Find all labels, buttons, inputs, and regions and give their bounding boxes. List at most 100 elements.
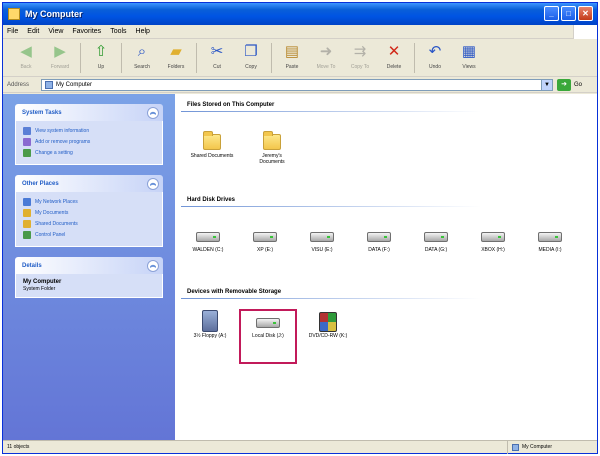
dvd-drive[interactable]: DVD/CD-RW (K:) [305,312,351,339]
panel-title: Other Places [22,180,59,187]
shared-documents-folder[interactable]: Shared Documents [189,131,235,159]
other-places-header[interactable]: Other Places ︽ [15,175,163,192]
hard-drive-icon [310,226,334,244]
panel-title: Details [22,262,42,269]
task-link[interactable]: Control Panel [23,230,156,240]
back-button[interactable]: ◀ Back [9,39,43,77]
task-label: Shared Documents [35,221,78,227]
item-label: XBOX (H:) [481,247,505,253]
hard-drive[interactable]: XBOX (H:) [470,226,516,253]
hard-drive[interactable]: DATA (F:) [356,226,402,253]
toolbar-separator [271,43,272,73]
task-label: My Documents [35,210,69,216]
address-input[interactable]: My Computer ▼ [41,78,553,91]
folders-button[interactable]: ▰ Folders [159,39,193,77]
address-label: Address [7,81,30,88]
menu-favorites[interactable]: Favorites [72,28,101,35]
floppy-drive-icon [198,310,222,332]
address-bar: Address My Computer ▼ ➜ Go [3,77,597,93]
copy-icon: ❐ [244,43,258,60]
toolbar-label: Paste [285,64,299,70]
task-label: Control Panel [35,232,66,238]
task-link[interactable]: My Network Places [23,197,156,207]
item-label: DATA (G:) [424,247,448,253]
move-to-button[interactable]: ➜ Move To [309,39,343,77]
toolbar: ◀ Back ▶ Forward ⇧ Up ⌕ Search ▰ Folders ✂ Cut ❐ Copy… [3,39,597,77]
hard-drive[interactable]: WALDEN (C:) [185,226,231,253]
up-folder-icon: ⇧ [94,43,108,60]
copy-button[interactable]: ❐ Copy [234,39,268,77]
copy-to-button[interactable]: ⇉ Copy To [343,39,377,77]
forward-button[interactable]: ▶ Forward [43,39,77,77]
content-area: Files Stored on This Computer Hard Disk … [175,94,597,440]
hard-drive[interactable]: DATA (G:) [413,226,459,253]
task-link[interactable]: Shared Documents [23,219,156,229]
toolbar-label: Cut [213,64,221,70]
task-label: Add or remove programs [35,139,91,145]
task-icon [23,198,31,206]
task-link[interactable]: Add or remove programs [23,137,156,147]
address-dropdown-icon[interactable]: ▼ [541,79,552,90]
menu-bar: File Edit View Favorites Tools Help [3,25,597,39]
task-icon [23,231,31,239]
up-button[interactable]: ⇧ Up [84,39,118,77]
menu-help[interactable]: Help [136,28,150,35]
views-icon: ▦ [461,43,477,60]
my-computer-icon [45,80,53,89]
task-pane: System Tasks ︽ View system information Ad… [3,94,175,440]
task-link[interactable]: Change a setting [23,148,156,158]
menu-edit[interactable]: Edit [27,28,39,35]
menu-view[interactable]: View [48,28,63,35]
go-button[interactable]: Go [574,82,582,88]
group-title-files: Files Stored on This Computer [187,102,275,108]
status-object-count: 11 objects [7,444,30,450]
my-documents-folder[interactable]: Jeremy's Documents [249,131,295,165]
panel-title: System Tasks [22,109,62,116]
search-button[interactable]: ⌕ Search [125,39,159,77]
close-button[interactable]: ✕ [578,6,593,21]
delete-button[interactable]: ✕ Delete [377,39,411,77]
toolbar-label: Copy To [350,64,370,70]
item-label: XP (E:) [256,247,274,253]
hard-drive[interactable]: XP (E:) [242,226,288,253]
toolbar-label: Move To [316,64,336,70]
local-disk-drive[interactable]: Local Disk (J:) [245,312,291,339]
other-places-panel: Other Places ︽ My Network Places My Docum… [15,175,163,247]
hard-drive-icon [538,226,562,244]
system-tasks-header[interactable]: System Tasks ︽ [15,104,163,121]
details-header[interactable]: Details ︽ [15,257,163,274]
collapse-chevron-icon[interactable]: ︽ [147,259,159,272]
details-type: System Folder [23,286,56,292]
minimize-button[interactable]: _ [544,6,559,21]
item-label: Local Disk (J:) [252,333,284,339]
go-arrow-icon[interactable]: ➜ [557,78,571,91]
status-bar: 11 objects My Computer [3,440,597,454]
paste-button[interactable]: ▤ Paste [275,39,309,77]
other-places-list: My Network Places My Documents Shared Docu… [15,192,163,247]
task-link[interactable]: My Documents [23,208,156,218]
group-divider [181,298,481,299]
folder-icon [200,131,224,150]
task-link[interactable]: View system information [23,126,156,136]
windows-logo-icon [573,25,597,39]
menu-file[interactable]: File [7,28,18,35]
toolbar-separator [121,43,122,73]
views-button[interactable]: ▦ Views [452,39,486,77]
group-title-hdd: Hard Disk Drives [187,197,236,203]
toolbar-label: Forward [50,64,70,70]
hard-drive-icon [424,226,448,244]
menu-tools[interactable]: Tools [110,28,126,35]
item-label: MEDIA (I:) [538,247,562,253]
toolbar-label: Copy [245,64,257,70]
floppy-drive[interactable]: 3½ Floppy (A:) [187,310,233,339]
undo-button[interactable]: ↶ Undo [418,39,452,77]
cut-button[interactable]: ✂ Cut [200,39,234,77]
title-bar[interactable]: My Computer _ □ ✕ [3,3,597,25]
collapse-chevron-icon[interactable]: ︽ [147,106,159,119]
my-computer-icon [8,8,20,20]
maximize-button[interactable]: □ [561,6,576,21]
hard-drive[interactable]: VISU (E:) [299,226,345,253]
collapse-chevron-icon[interactable]: ︽ [147,177,159,190]
folder-icon [260,131,284,150]
hard-drive[interactable]: MEDIA (I:) [527,226,573,253]
